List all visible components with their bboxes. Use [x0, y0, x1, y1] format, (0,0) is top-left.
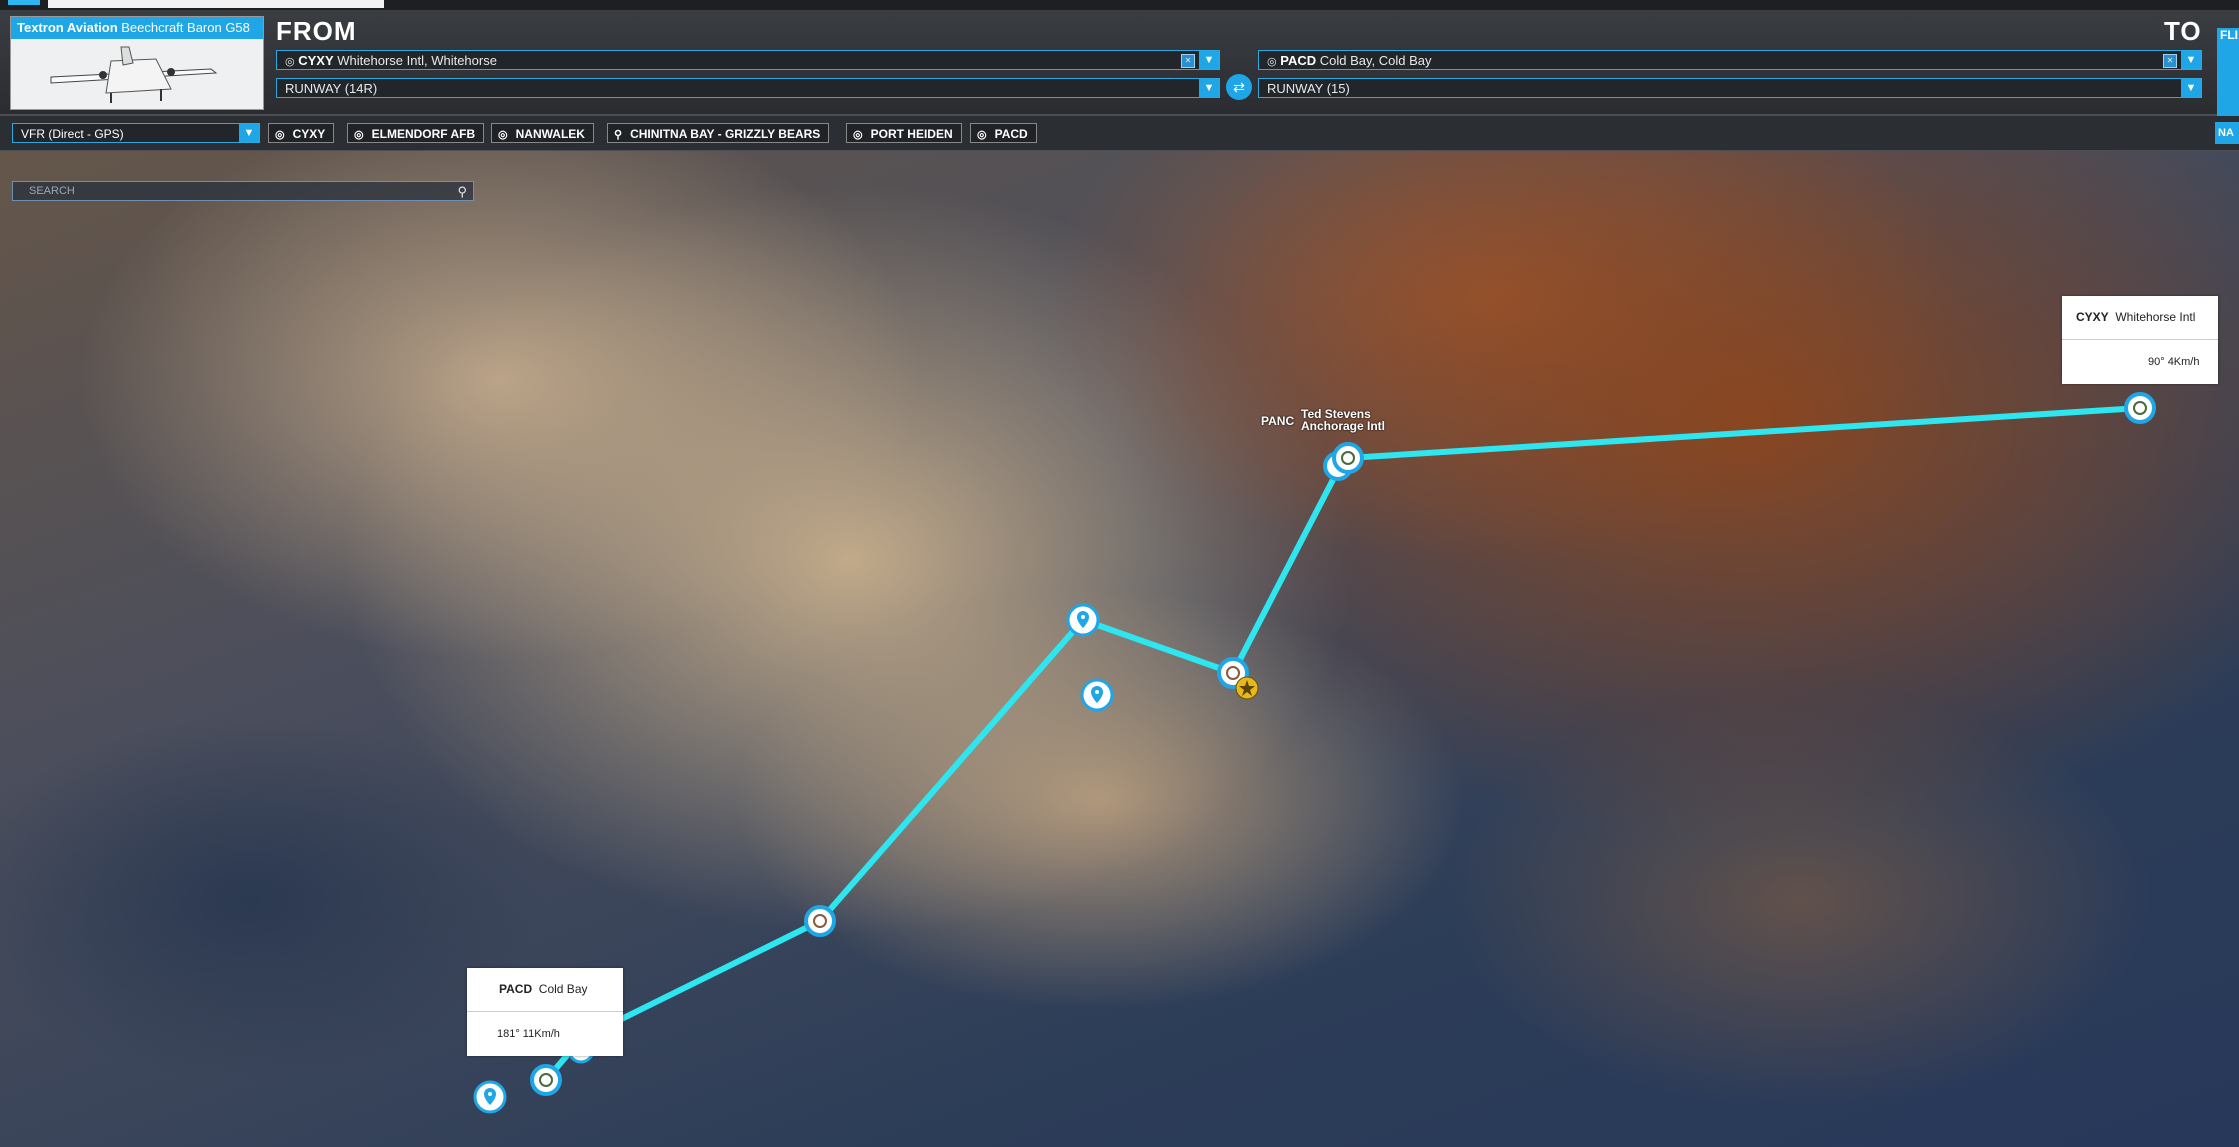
- departure-runway: RUNWAY (14R): [285, 81, 378, 96]
- flight-plan-type: VFR (Direct - GPS): [21, 127, 124, 141]
- chevron-down-icon[interactable]: ▼: [1199, 79, 1219, 97]
- aircraft-brand: Textron Aviation: [17, 20, 118, 35]
- aircraft-image: [11, 39, 263, 109]
- waypoint-label: PORT HEIDEN: [870, 127, 953, 141]
- departure-airport-field[interactable]: ◎ CYXY Whitehorse Intl, Whitehorse ✕ ▼: [276, 50, 1220, 70]
- top-tab[interactable]: [48, 0, 384, 8]
- panc-code-label: PANC: [1261, 414, 1295, 428]
- airport-icon: ◎: [977, 129, 987, 141]
- flight-route-line: [543, 405, 2143, 1083]
- window-top-strip: [0, 0, 2239, 10]
- active-tab-marker[interactable]: [8, 0, 40, 5]
- tooltip-cyxy-name: Whitehorse Intl: [2115, 310, 2196, 324]
- arrival-code: PACD: [1280, 53, 1317, 68]
- target-icon: ◎: [1267, 56, 1277, 68]
- tooltip-cyxy-wind: 90° 4Km/h: [2148, 356, 2200, 368]
- location-pin-extra[interactable]: [1080, 678, 1114, 712]
- departure-name: Whitehorse Intl, Whitehorse: [337, 53, 497, 68]
- chevron-down-icon[interactable]: ▼: [1199, 51, 1219, 69]
- waypoint-chip[interactable]: ◎ PORT HEIDEN: [846, 123, 962, 143]
- tooltip-pacd-wind: 181° 11Km/h: [497, 1028, 560, 1040]
- close-icon[interactable]: ✕: [1181, 54, 1195, 68]
- swap-icon: ⇄: [1233, 79, 1245, 95]
- waypoint-chip[interactable]: ◎ NANWALEK: [491, 123, 594, 143]
- route-overlay: [473, 392, 2156, 1114]
- target-icon: ◎: [285, 56, 295, 68]
- nav-side-tab[interactable]: NA: [2215, 122, 2239, 144]
- close-icon[interactable]: ✕: [2163, 54, 2177, 68]
- waypoint-chip[interactable]: ◎ PACD: [970, 123, 1037, 143]
- chevron-down-icon[interactable]: ▼: [2181, 79, 2201, 97]
- airport-icon: ◎: [853, 129, 863, 141]
- waypoint-chip[interactable]: ⚲ CHINITNA BAY - GRIZZLY BEARS: [607, 123, 830, 143]
- tooltip-pacd: PACD Cold Bay 181° 11Km/h: [467, 968, 623, 1056]
- location-pin-icon: ⚲: [614, 129, 623, 141]
- arrival-name: Cold Bay, Cold Bay: [1319, 53, 1432, 68]
- route-bar: VFR (Direct - GPS) ▼ ◎ CYXY ◎ ELMENDORF AF…: [0, 116, 2239, 151]
- airport-icon: ◎: [275, 129, 285, 141]
- aircraft-selector[interactable]: Textron Aviation Beechcraft Baron G58: [10, 16, 264, 110]
- departure-runway-field[interactable]: RUNWAY (14R) ▼: [276, 78, 1220, 98]
- arrival-runway-field[interactable]: RUNWAY (15) ▼: [1258, 78, 2202, 98]
- map-search[interactable]: ⚲: [12, 181, 474, 201]
- waypoint-label: NANWALEK: [515, 127, 585, 141]
- tooltip-pacd-code: PACD: [499, 982, 533, 996]
- waypoint-label: PACD: [994, 127, 1028, 141]
- location-pin-chinitna[interactable]: [1066, 603, 1100, 637]
- arrival-airport-field[interactable]: ◎ PACD Cold Bay, Cold Bay ✕ ▼: [1258, 50, 2202, 70]
- world-map[interactable]: PANC Ted Stevens Anchorage Intl CYXY Whi…: [0, 0, 2239, 1147]
- departure-code: CYXY: [298, 53, 334, 68]
- airport-marker-panc[interactable]: [1323, 442, 1364, 481]
- search-icon[interactable]: ⚲: [457, 183, 467, 201]
- waypoint-chip[interactable]: ◎ ELMENDORF AFB: [347, 123, 485, 143]
- airport-icon: ◎: [354, 129, 364, 141]
- location-pin-west[interactable]: [473, 1080, 507, 1114]
- tooltip-cyxy-code: CYXY: [2076, 310, 2109, 324]
- to-label: TO: [2164, 16, 2202, 46]
- tooltip-cyxy: CYXY Whitehorse Intl 90° 4Km/h: [2062, 296, 2218, 384]
- waypoint-chip[interactable]: ◎ CYXY: [268, 123, 335, 143]
- panc-name-label: Ted Stevens Anchorage Intl: [1301, 408, 1385, 432]
- waypoint-label: CHINITNA BAY - GRIZZLY BEARS: [630, 127, 821, 141]
- tooltip-pacd-name: Cold Bay: [538, 982, 588, 996]
- aircraft-title: Textron Aviation Beechcraft Baron G58: [11, 17, 263, 39]
- chevron-down-icon[interactable]: ▼: [2181, 51, 2201, 69]
- swap-route-button[interactable]: ⇄: [1226, 74, 1252, 100]
- panc-name-line2: Anchorage Intl: [1301, 419, 1386, 433]
- flight-side-tab[interactable]: FLI: [2217, 28, 2239, 116]
- airport-marker-pacd[interactable]: [530, 1064, 562, 1096]
- flight-plan-type-select[interactable]: VFR (Direct - GPS) ▼: [12, 123, 260, 143]
- waypoint-label: CYXY: [292, 127, 326, 141]
- aircraft-model: Beechcraft Baron G58: [121, 20, 250, 35]
- search-input[interactable]: [27, 184, 451, 198]
- flight-header: Textron Aviation Beechcraft Baron G58 FR…: [0, 10, 2239, 116]
- airport-icon: ◎: [498, 129, 508, 141]
- chevron-down-icon[interactable]: ▼: [239, 124, 259, 142]
- airport-marker-port-heiden[interactable]: [804, 905, 836, 937]
- arrival-runway: RUNWAY (15): [1267, 81, 1350, 96]
- airport-marker-cyxy[interactable]: [2124, 392, 2156, 424]
- star-icon: [1235, 676, 1259, 700]
- waypoint-label: ELMENDORF AFB: [371, 127, 476, 141]
- from-label: FROM: [276, 16, 357, 46]
